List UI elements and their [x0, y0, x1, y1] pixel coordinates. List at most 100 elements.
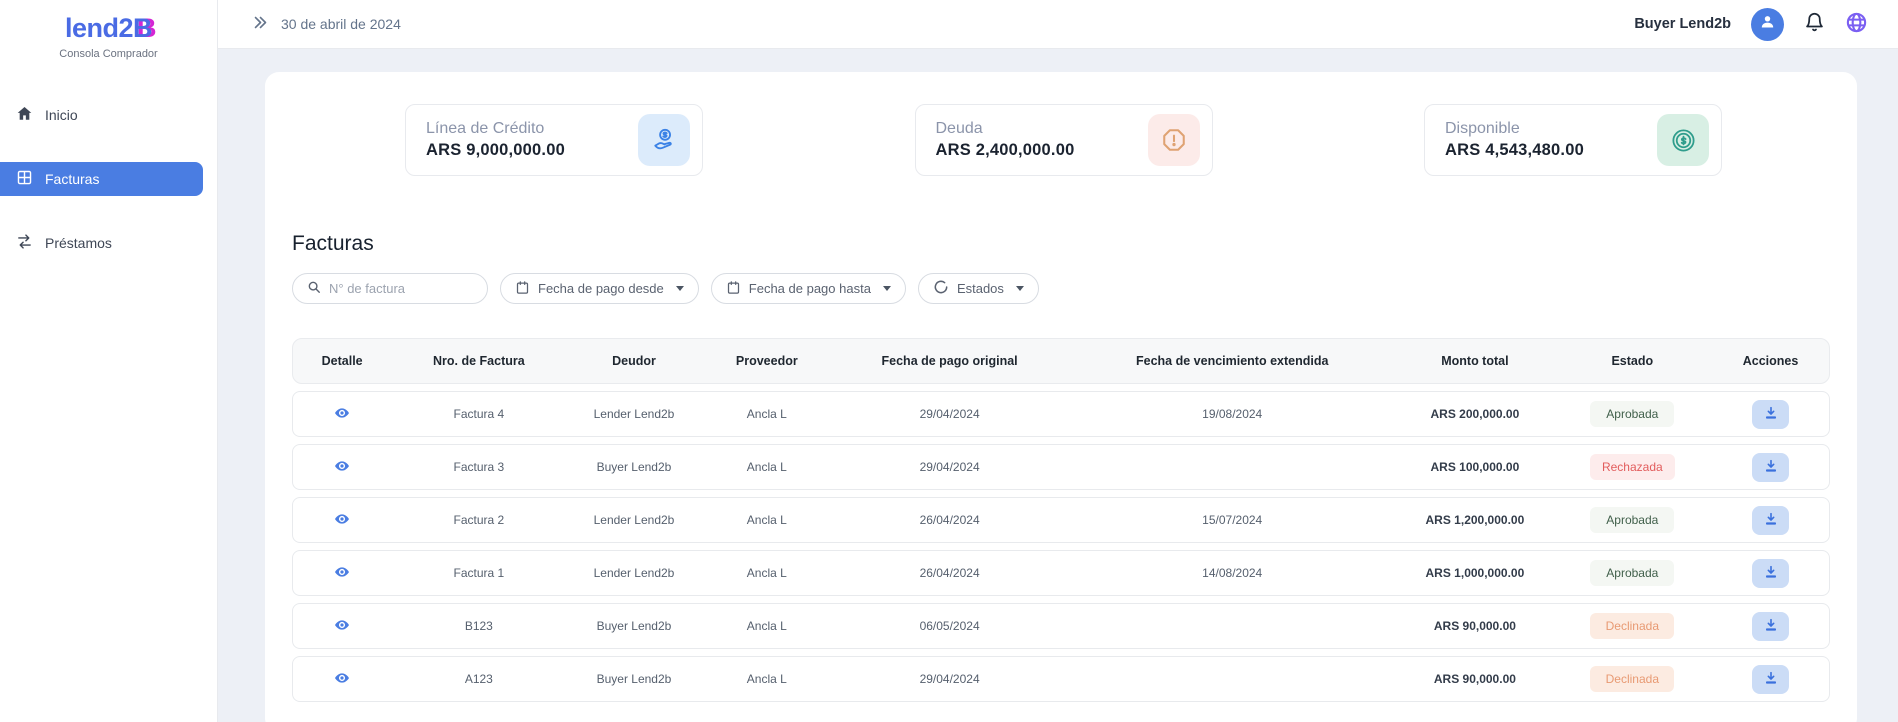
view-detail-button[interactable] — [334, 458, 350, 477]
original-payment-date: 29/04/2024 — [832, 460, 1067, 474]
bell-icon — [1804, 12, 1825, 36]
card-label: Línea de Crédito — [426, 120, 565, 138]
download-button[interactable] — [1752, 400, 1789, 429]
sidebar-item-label: Inicio — [45, 107, 78, 123]
view-detail-button[interactable] — [334, 670, 350, 689]
invoice-number: Factura 1 — [391, 566, 566, 580]
view-detail-button[interactable] — [334, 564, 350, 583]
column-header: Acciones — [1712, 354, 1829, 368]
column-header: Fecha de vencimiento extendida — [1067, 354, 1397, 368]
logo-text: lend2B — [10, 14, 207, 44]
total-amount: ARS 90,000.00 — [1397, 619, 1552, 633]
eye-icon — [334, 405, 350, 424]
column-header: Fecha de pago original — [832, 354, 1067, 368]
notifications-button[interactable] — [1804, 12, 1825, 36]
sidebar-nav: Inicio Facturas Préstamos — [0, 98, 217, 260]
original-payment-date: 06/05/2024 — [832, 619, 1067, 633]
loader-circle-icon — [933, 279, 949, 298]
filter-label: Fecha de pago hasta — [749, 281, 871, 296]
original-payment-date: 26/04/2024 — [832, 513, 1067, 527]
sidebar: lend2B Consola Comprador Inicio Facturas — [0, 0, 218, 722]
download-icon — [1763, 617, 1779, 636]
download-icon — [1763, 405, 1779, 424]
extended-due-date: 15/07/2024 — [1067, 513, 1397, 527]
original-payment-date: 29/04/2024 — [832, 672, 1067, 686]
download-button[interactable] — [1752, 559, 1789, 588]
eye-icon — [334, 670, 350, 689]
provider-name: Ancla L — [702, 407, 833, 421]
search-input[interactable] — [329, 281, 469, 296]
available-card: Disponible ARS 4,543,480.00 — [1424, 104, 1722, 176]
logo-accent: B — [133, 13, 152, 43]
invoice-number: A123 — [391, 672, 566, 686]
eye-icon — [334, 511, 350, 530]
main-content: Línea de Crédito ARS 9,000,000.00 Deuda … — [218, 49, 1898, 722]
debtor-name: Lender Lend2b — [566, 513, 701, 527]
view-detail-button[interactable] — [334, 405, 350, 424]
original-payment-date: 26/04/2024 — [832, 566, 1067, 580]
sidebar-item-label: Facturas — [45, 171, 99, 187]
extended-due-date: 14/08/2024 — [1067, 566, 1397, 580]
person-icon — [1758, 12, 1777, 36]
sidebar-item-prestamos[interactable]: Préstamos — [0, 226, 217, 260]
sidebar-item-inicio[interactable]: Inicio — [0, 98, 217, 132]
debtor-name: Buyer Lend2b — [566, 619, 701, 633]
view-detail-button[interactable] — [334, 511, 350, 530]
provider-name: Ancla L — [702, 672, 833, 686]
credit-line-card: Línea de Crédito ARS 9,000,000.00 — [405, 104, 703, 176]
transfer-icon — [16, 233, 33, 253]
eye-icon — [334, 564, 350, 583]
card-label: Deuda — [936, 120, 1075, 138]
column-header: Nro. de Factura — [391, 354, 566, 368]
calendar-icon — [726, 280, 741, 298]
download-button[interactable] — [1752, 453, 1789, 482]
total-amount: ARS 1,200,000.00 — [1397, 513, 1552, 527]
invoice-search — [292, 273, 488, 304]
eye-icon — [334, 458, 350, 477]
invoices-table: Detalle Nro. de Factura Deudor Proveedor… — [292, 338, 1830, 702]
table-row: Factura 3 Buyer Lend2b Ancla L 29/04/202… — [292, 444, 1830, 490]
table-row: Factura 1 Lender Lend2b Ancla L 26/04/20… — [292, 550, 1830, 596]
status-filter[interactable]: Estados — [918, 273, 1039, 304]
invoice-number: Factura 2 — [391, 513, 566, 527]
download-button[interactable] — [1752, 665, 1789, 694]
sidebar-item-facturas[interactable]: Facturas — [0, 162, 203, 196]
column-header: Deudor — [566, 354, 701, 368]
download-button[interactable] — [1752, 612, 1789, 641]
status-badge: Rechazada — [1590, 454, 1675, 480]
card-label: Disponible — [1445, 120, 1584, 138]
status-badge: Declinada — [1590, 613, 1674, 639]
user-avatar[interactable] — [1751, 8, 1784, 41]
debtor-name: Lender Lend2b — [566, 407, 701, 421]
date-to-filter[interactable]: Fecha de pago hasta — [711, 273, 906, 304]
globe-icon — [1845, 11, 1868, 37]
sidebar-collapse-button[interactable] — [252, 14, 269, 34]
total-amount: ARS 200,000.00 — [1397, 407, 1552, 421]
provider-name: Ancla L — [702, 566, 833, 580]
provider-name: Ancla L — [702, 513, 833, 527]
provider-name: Ancla L — [702, 460, 833, 474]
card-value: ARS 2,400,000.00 — [936, 141, 1075, 160]
console-tagline: Consola Comprador — [10, 48, 207, 60]
table-row: B123 Buyer Lend2b Ancla L 06/05/2024 ARS… — [292, 603, 1830, 649]
table-row: Factura 2 Lender Lend2b Ancla L 26/04/20… — [292, 497, 1830, 543]
view-detail-button[interactable] — [334, 617, 350, 636]
total-amount: ARS 100,000.00 — [1397, 460, 1552, 474]
language-button[interactable] — [1845, 11, 1868, 37]
column-header: Monto total — [1397, 354, 1552, 368]
provider-name: Ancla L — [702, 619, 833, 633]
chevron-down-icon — [1016, 286, 1024, 291]
invoice-number: Factura 4 — [391, 407, 566, 421]
table-row: Factura 4 Lender Lend2b Ancla L 29/04/20… — [292, 391, 1830, 437]
hand-coin-icon — [638, 114, 690, 166]
content-panel: Línea de Crédito ARS 9,000,000.00 Deuda … — [265, 72, 1857, 722]
summary-cards: Línea de Crédito ARS 9,000,000.00 Deuda … — [292, 104, 1830, 176]
eye-icon — [334, 617, 350, 636]
debtor-name: Lender Lend2b — [566, 566, 701, 580]
download-button[interactable] — [1752, 506, 1789, 535]
table-row: A123 Buyer Lend2b Ancla L 29/04/2024 ARS… — [292, 656, 1830, 702]
column-header: Proveedor — [702, 354, 833, 368]
debt-card: Deuda ARS 2,400,000.00 — [915, 104, 1213, 176]
card-value: ARS 9,000,000.00 — [426, 141, 565, 160]
date-from-filter[interactable]: Fecha de pago desde — [500, 273, 699, 304]
